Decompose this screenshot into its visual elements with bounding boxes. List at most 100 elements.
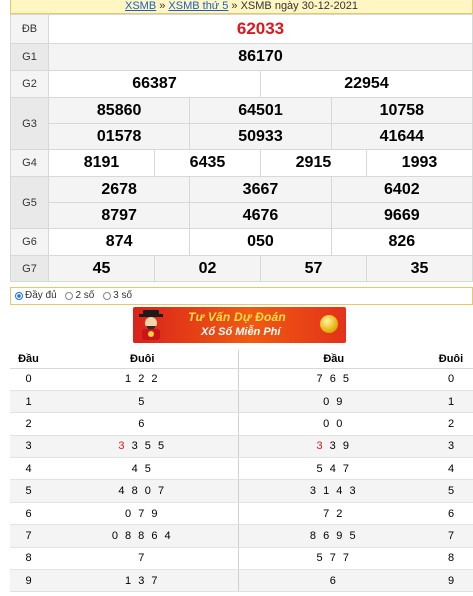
loto-highlight-digit: 3 bbox=[118, 440, 127, 453]
prize-label: G6 bbox=[10, 228, 49, 256]
breadcrumb-link-xsmb[interactable]: XSMB bbox=[125, 0, 156, 12]
loto-header-dau: Đầu bbox=[238, 350, 429, 369]
loto-duoi-list: 7 bbox=[47, 547, 239, 571]
prize-row-g7: G7 45 02 57 35 bbox=[10, 255, 473, 282]
breadcrumb-current: XSMB ngày 30-12-2021 bbox=[240, 0, 359, 12]
loto-duoi-list: 1 3 7 bbox=[47, 569, 239, 593]
loto-digits: 0 7 9 bbox=[125, 507, 160, 520]
prize-row-g3: G3 85860 64501 10758 bbox=[10, 97, 473, 150]
loto-duoi-list: 5 bbox=[47, 390, 239, 414]
radio-label: 2 số bbox=[75, 290, 95, 301]
loto-header-row: Đầu Đuôi Đầu Đuôi bbox=[10, 350, 473, 369]
prize-number: 8191 bbox=[48, 149, 155, 177]
radio-2-digits[interactable]: 2 số bbox=[65, 288, 94, 304]
loto-dau: 6 bbox=[10, 502, 47, 526]
god-of-wealth-icon bbox=[139, 310, 163, 340]
loto-digits: 7 2 bbox=[323, 507, 345, 520]
prize-row-g4: G4 8191 6435 2915 1993 bbox=[10, 149, 473, 177]
prize-number: 66387 bbox=[48, 70, 261, 98]
loto-dau: 9 bbox=[10, 569, 47, 593]
loto-dau: 8 bbox=[10, 547, 47, 571]
loto-dau: 1 bbox=[10, 390, 47, 414]
breadcrumb: XSMB » XSMB thứ 5 » XSMB ngày 30-12-2021 bbox=[10, 0, 473, 14]
prize-row-g5: G5 2678 3667 6402 bbox=[10, 176, 473, 229]
radio-selected-icon[interactable] bbox=[15, 292, 23, 300]
loto-duoi-list: 1 2 2 bbox=[47, 368, 239, 391]
prize-label: G2 bbox=[10, 70, 49, 98]
radio-full[interactable]: Đầy đủ bbox=[15, 288, 57, 304]
prize-number: 6435 bbox=[153, 149, 261, 177]
loto-duoi: 8 bbox=[429, 547, 473, 571]
prize-label: G7 bbox=[10, 255, 49, 282]
prize-row-g3b: 01578 50933 41644 bbox=[11, 123, 473, 150]
loto-dau-list: 3 3 9 bbox=[238, 435, 429, 459]
loto-duoi: 5 bbox=[429, 479, 473, 503]
loto-duoi-list: 3 3 5 5 bbox=[47, 435, 239, 459]
loto-digits: 6 bbox=[329, 574, 338, 587]
loto-digits: 3 9 bbox=[324, 440, 351, 453]
breadcrumb-separator: » bbox=[156, 0, 169, 12]
loto-row: 6 0 7 9 7 2 6 bbox=[10, 502, 473, 526]
prize-row-g2: G2 66387 22954 bbox=[10, 70, 473, 98]
prize-number: 57 bbox=[259, 255, 367, 282]
loto-duoi: 2 bbox=[429, 412, 473, 436]
loto-header-dau: Đầu bbox=[10, 350, 47, 369]
loto-row: 9 1 3 7 6 9 bbox=[10, 569, 473, 593]
prize-number: 02 bbox=[153, 255, 261, 282]
prize-number: 050 bbox=[189, 228, 332, 256]
prize-number: 874 bbox=[47, 228, 191, 256]
loto-digits: 6 bbox=[138, 417, 147, 430]
loto-dau-list: 0 0 bbox=[238, 412, 429, 436]
loto-duoi: 6 bbox=[429, 502, 473, 526]
loto-digits: 3 5 5 bbox=[126, 440, 167, 453]
loto-duoi-list: 0 7 9 bbox=[47, 502, 239, 526]
loto-row: 33 3 5 53 3 93 bbox=[10, 435, 473, 459]
loto-digits: 3 1 4 3 bbox=[309, 485, 358, 498]
radio-3-digits[interactable]: 3 số bbox=[103, 288, 132, 304]
results-table: ĐB 62033 G1 86170 G2 66387 22954 G3 8586… bbox=[10, 14, 473, 282]
loto-dau-list: 7 6 5 bbox=[238, 368, 429, 391]
loto-row: 7 0 8 8 6 4 8 6 9 5 7 bbox=[10, 524, 473, 548]
loto-duoi: 9 bbox=[429, 569, 473, 593]
prize-number: 45 bbox=[48, 255, 155, 282]
loto-digits: 7 6 5 bbox=[316, 373, 351, 386]
prize-number: 01578 bbox=[47, 123, 191, 150]
prize-label: ĐB bbox=[10, 14, 49, 44]
prize-number: 85860 bbox=[47, 97, 191, 124]
loto-row: 4 4 5 5 4 7 4 bbox=[10, 457, 473, 481]
prize-number: 8797 bbox=[47, 202, 191, 229]
loto-digits: 0 9 bbox=[323, 395, 345, 408]
prize-number: 2915 bbox=[259, 149, 367, 177]
prize-number: 9669 bbox=[330, 202, 473, 229]
loto-dau-list: 7 2 bbox=[238, 502, 429, 526]
loto-dau-list: 8 6 9 5 bbox=[238, 524, 429, 548]
loto-dau-list: 0 9 bbox=[238, 390, 429, 414]
loto-dau: 2 bbox=[10, 412, 47, 436]
loto-duoi: 1 bbox=[429, 390, 473, 414]
radio-label: 3 số bbox=[113, 290, 133, 301]
prize-row-g5b: 8797 4676 9669 bbox=[11, 202, 473, 229]
radio-unselected-icon[interactable] bbox=[65, 292, 74, 300]
prize-number: 35 bbox=[365, 255, 473, 282]
loto-dau-list: 3 1 4 3 bbox=[238, 479, 429, 503]
prize-number: 22954 bbox=[259, 70, 473, 98]
prize-number: 10758 bbox=[330, 97, 473, 124]
prize-number: 41644 bbox=[330, 123, 473, 150]
prize-number: 1993 bbox=[365, 149, 473, 177]
loto-body: 01 2 27 6 50150 91260 0233 3 5 53 3 9344… bbox=[10, 368, 473, 593]
prize-label: G3 bbox=[10, 97, 49, 150]
loto-dau-list: 5 4 7 bbox=[238, 457, 429, 481]
loto-row: 2 6 0 0 2 bbox=[10, 412, 473, 436]
prize-label: G4 bbox=[10, 149, 49, 177]
loto-row: 8 7 5 7 7 8 bbox=[10, 547, 473, 571]
breadcrumb-link-xsmb-thu5[interactable]: XSMB thứ 5 bbox=[168, 0, 228, 12]
breadcrumb-separator: » bbox=[228, 0, 241, 12]
prize-number: 50933 bbox=[189, 123, 332, 150]
loto-duoi-list: 4 5 bbox=[47, 457, 239, 481]
prediction-banner[interactable]: Tư Vấn Dự Đoán Xổ Số Miễn Phí bbox=[133, 307, 346, 343]
radio-unselected-icon[interactable] bbox=[103, 292, 112, 300]
loto-dau: 4 bbox=[10, 457, 47, 481]
loto-header-duoi: Đuôi bbox=[47, 350, 239, 369]
loto-row: 0 1 2 2 7 6 5 0 bbox=[10, 368, 473, 391]
prize-row-g6: G6 874 050 826 bbox=[10, 228, 473, 256]
